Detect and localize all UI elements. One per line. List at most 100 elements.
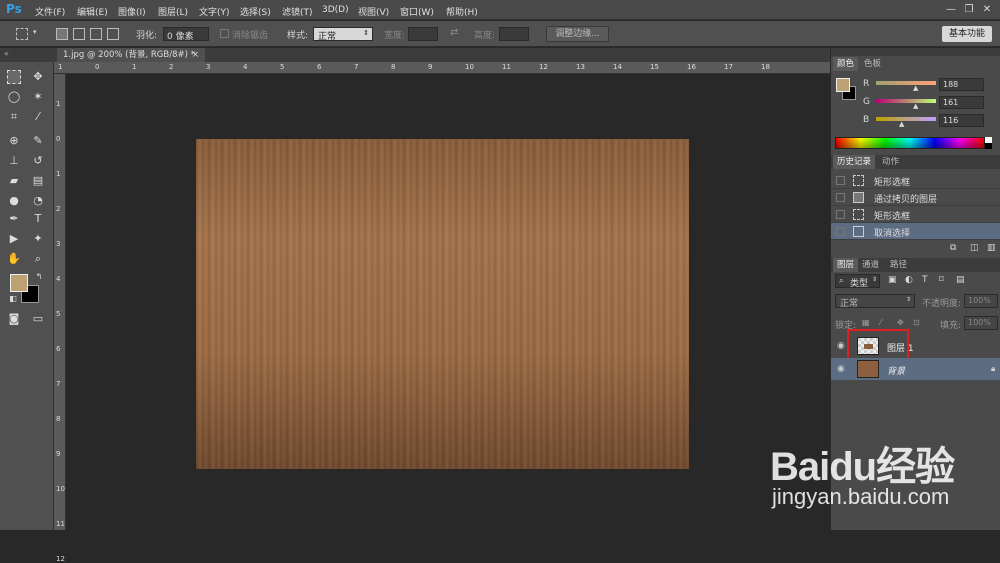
b-slider-thumb-icon[interactable]: ▲: [899, 120, 904, 128]
add-selection-icon[interactable]: [73, 28, 85, 40]
default-colors-icon[interactable]: ◧: [6, 292, 20, 306]
tab-swatches[interactable]: 色板: [860, 57, 885, 71]
menu-help[interactable]: 帮助(H): [446, 5, 478, 18]
zoom-tool-icon[interactable]: ⌕: [31, 252, 45, 266]
menu-window[interactable]: 窗口(W): [400, 5, 434, 18]
lock-transparent-icon[interactable]: ▦: [862, 318, 870, 327]
menu-edit[interactable]: 编辑(E): [77, 5, 108, 18]
camera-icon[interactable]: ◫: [970, 243, 979, 253]
layer-row-selected[interactable]: ◉ 背景 🔒︎: [831, 358, 1000, 380]
screen-mode-icon[interactable]: ▭: [31, 312, 45, 326]
width-input[interactable]: [408, 27, 438, 41]
refine-edge-button[interactable]: 调整边缘...: [546, 26, 609, 42]
move-tool-icon[interactable]: ✥: [31, 70, 45, 84]
history-brush-icon[interactable]: ↺: [31, 154, 45, 168]
filter-shape-icon[interactable]: ⌑: [939, 275, 944, 285]
healing-brush-icon[interactable]: ⊕: [7, 134, 21, 148]
filter-type-icon[interactable]: T: [922, 275, 928, 285]
collapse-toolbox-icon[interactable]: «: [4, 49, 9, 58]
lock-position-icon[interactable]: ✥: [897, 318, 904, 327]
blur-tool-icon[interactable]: ●: [7, 194, 21, 208]
g-slider[interactable]: [876, 99, 936, 103]
new-snapshot-icon[interactable]: ⧉: [950, 243, 956, 253]
filter-adjustment-icon[interactable]: ◐: [905, 275, 913, 285]
history-checkbox[interactable]: [836, 176, 845, 185]
filter-pixel-icon[interactable]: ▣: [888, 275, 897, 285]
crop-tool-icon[interactable]: ⌗: [7, 110, 21, 124]
panel-fg-swatch[interactable]: [836, 78, 850, 92]
black-swatch[interactable]: [985, 143, 992, 149]
r-slider-thumb-icon[interactable]: ▲: [913, 84, 918, 92]
eyedropper-icon[interactable]: ⁄: [31, 110, 45, 124]
pen-tool-icon[interactable]: ✒: [7, 212, 21, 226]
history-checkbox[interactable]: [836, 227, 845, 236]
r-slider[interactable]: [876, 81, 936, 85]
menu-filter[interactable]: 滤镜(T): [282, 5, 313, 18]
menu-view[interactable]: 视图(V): [358, 5, 389, 18]
history-checkbox[interactable]: [836, 193, 845, 202]
filter-smart-icon[interactable]: ▤: [956, 275, 965, 285]
tab-color[interactable]: 颜色: [833, 57, 859, 71]
new-selection-icon[interactable]: [56, 28, 68, 40]
history-item[interactable]: 通过拷贝的图层: [831, 189, 1000, 206]
tab-layers[interactable]: 图层: [833, 258, 859, 272]
history-checkbox[interactable]: [836, 210, 845, 219]
clone-stamp-icon[interactable]: ⊥: [7, 154, 21, 168]
subtract-selection-icon[interactable]: [90, 28, 102, 40]
dropdown-arrow-icon[interactable]: ▾: [33, 28, 37, 36]
eraser-tool-icon[interactable]: ▰: [7, 174, 21, 188]
restore-icon[interactable]: ❐: [962, 3, 976, 16]
layer-filter-select[interactable]: ⌕ 类型 ⇕: [835, 274, 880, 289]
g-value-input[interactable]: 161: [939, 96, 984, 109]
minimize-icon[interactable]: —: [944, 3, 958, 16]
swap-colors-icon[interactable]: ↰: [32, 270, 46, 284]
menu-type[interactable]: 文字(Y): [199, 5, 230, 18]
gradient-tool-icon[interactable]: ▤: [31, 174, 45, 188]
document-tab-close-icon[interactable]: ×: [192, 48, 199, 62]
trash-icon[interactable]: ▥: [987, 243, 996, 253]
visibility-eye-icon[interactable]: ◉: [837, 364, 845, 374]
lasso-tool-icon[interactable]: ◯: [7, 90, 21, 104]
shape-tool-icon[interactable]: ✦: [31, 232, 45, 246]
history-item[interactable]: 矩形选框: [831, 172, 1000, 189]
height-input[interactable]: [499, 27, 529, 41]
hand-tool-icon[interactable]: ✋: [7, 252, 21, 266]
history-item[interactable]: 矩形选框: [831, 206, 1000, 223]
marquee-preset-icon[interactable]: [16, 28, 28, 40]
tab-actions[interactable]: 动作: [878, 155, 903, 169]
close-icon[interactable]: ✕: [980, 3, 994, 16]
style-select[interactable]: 正常 ⇕: [313, 27, 373, 42]
dodge-tool-icon[interactable]: ◔: [31, 194, 45, 208]
tab-channels[interactable]: 通道: [858, 258, 883, 272]
document-tab[interactable]: 1.jpg @ 200% (背景, RGB/8#) * ×: [57, 48, 205, 62]
r-value-input[interactable]: 188: [939, 78, 984, 91]
color-spectrum-bar[interactable]: [835, 137, 985, 149]
opacity-input[interactable]: 100%: [964, 294, 998, 308]
type-tool-icon[interactable]: T: [31, 212, 45, 226]
menu-image[interactable]: 图像(I): [118, 5, 146, 18]
path-select-icon[interactable]: ▶: [7, 232, 21, 246]
menu-3d[interactable]: 3D(D): [322, 5, 349, 15]
swap-icon[interactable]: ⇄: [450, 27, 458, 38]
marquee-tool-icon[interactable]: [7, 70, 21, 84]
visibility-eye-icon[interactable]: ◉: [837, 341, 845, 351]
tab-history[interactable]: 历史记录: [833, 155, 876, 169]
b-value-input[interactable]: 116: [939, 114, 984, 127]
fill-input[interactable]: 100%: [964, 316, 998, 330]
brush-tool-icon[interactable]: ✎: [31, 134, 45, 148]
g-slider-thumb-icon[interactable]: ▲: [913, 102, 918, 110]
magic-wand-icon[interactable]: ✶: [31, 90, 45, 104]
menu-file[interactable]: 文件(F): [35, 5, 65, 18]
layer-name[interactable]: 背景: [887, 364, 905, 377]
workspace-button[interactable]: 基本功能: [942, 26, 992, 42]
blend-mode-select[interactable]: 正常 ⇕: [835, 294, 915, 309]
lock-all-icon[interactable]: ⊡: [913, 318, 920, 327]
history-item-selected[interactable]: 取消选择: [831, 223, 1000, 240]
lock-pixels-icon[interactable]: ⁄: [880, 318, 881, 327]
quick-mask-icon[interactable]: ◙: [7, 312, 21, 326]
b-slider[interactable]: [876, 117, 936, 121]
menu-select[interactable]: 选择(S): [240, 5, 271, 18]
menu-layer[interactable]: 图层(L): [158, 5, 188, 18]
feather-input[interactable]: 0 像素: [163, 27, 209, 42]
antialias-checkbox[interactable]: [220, 29, 229, 38]
